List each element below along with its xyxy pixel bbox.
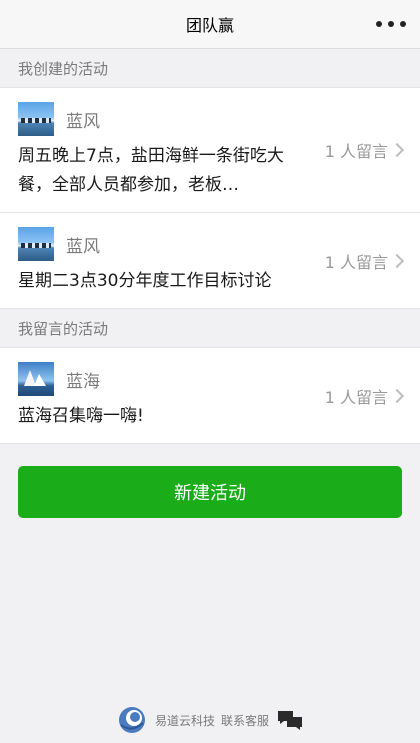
footer: 易道云科技 联系客服 [0, 705, 420, 735]
comment-count: 1 人留言 [324, 252, 388, 272]
chevron-right-icon [389, 253, 405, 268]
page-title: 团队赢 [185, 16, 234, 35]
avatar [18, 102, 54, 136]
activity-owner: 蓝海 [66, 371, 100, 392]
activity-text: 周五晚上7点，盐田海鲜一条街吃大餐，全部人员都参加，老板… [18, 146, 284, 195]
commented-activity-list: 蓝海 蓝海召集嗨一嗨! 1 人留言 [0, 347, 420, 444]
activity-text: 星期二3点30分年度工作目标讨论 [18, 271, 272, 291]
activity-head: 蓝海 [18, 362, 374, 396]
more-dots-icon[interactable] [376, 0, 406, 48]
comment-count: 1 人留言 [324, 142, 388, 161]
avatar [18, 227, 54, 261]
section-title-commented: 我留言的活动 [18, 319, 109, 338]
create-activity-button[interactable]: 新建活动 [18, 466, 402, 518]
dot [400, 21, 406, 27]
activity-item[interactable]: 蓝风 周五晚上7点，盐田海鲜一条街吃大餐，全部人员都参加，老板… 1 人留言 [0, 88, 420, 212]
activity-item[interactable]: 蓝海 蓝海召集嗨一嗨! 1 人留言 [0, 348, 420, 443]
comment-count: 1 人留言 [324, 387, 388, 407]
contact-service-link[interactable]: 联系客服 [221, 712, 269, 729]
action-area: 新建活动 [0, 444, 420, 540]
chevron-right-icon [389, 388, 405, 403]
chevron-right-icon [389, 142, 405, 158]
company-logo-icon [118, 707, 145, 733]
chat-bubbles-icon[interactable] [277, 709, 303, 731]
company-name: 易道云科技 [154, 713, 215, 728]
top-bar: 团队赢 [0, 0, 420, 49]
created-activity-list: 蓝风 周五晚上7点，盐田海鲜一条街吃大餐，全部人员都参加，老板… 1 人留言 蓝… [0, 87, 420, 309]
avatar [18, 362, 54, 396]
section-title-created: 我创建的活动 [18, 59, 109, 78]
activity-text: 蓝海召集嗨一嗨! [18, 406, 144, 426]
activity-owner: 蓝风 [66, 111, 100, 132]
dot [376, 21, 382, 27]
activity-head: 蓝风 [18, 102, 374, 136]
activity-item[interactable]: 蓝风 星期二3点30分年度工作目标讨论 1 人留言 [0, 212, 420, 308]
activity-head: 蓝风 [18, 227, 374, 261]
activity-owner: 蓝风 [66, 236, 100, 257]
dot [388, 21, 394, 27]
